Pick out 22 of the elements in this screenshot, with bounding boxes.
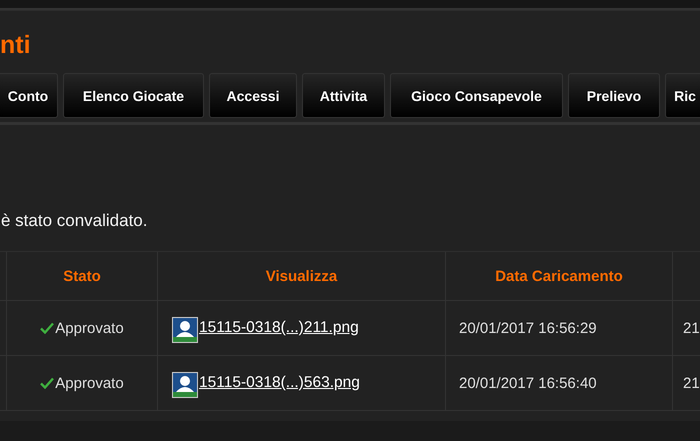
status-message: è stato convalidato. — [1, 211, 148, 232]
table-cell: 21 — [673, 301, 700, 355]
file-link[interactable]: 15115-0318(...)211.png — [199, 319, 359, 337]
table-cell: 20/01/2017 16:56:40 — [446, 356, 673, 410]
tab[interactable]: Prelievo — [568, 73, 660, 118]
tab[interactable]: Accessi — [209, 73, 297, 118]
status-text: Approvato — [55, 320, 124, 336]
tab[interactable]: Ric — [665, 73, 700, 118]
table-cell: 21 — [673, 356, 700, 410]
image-file-icon — [172, 317, 198, 343]
tab[interactable]: Attivita — [302, 73, 385, 118]
column-header: Visualizza — [158, 252, 446, 300]
file-link[interactable]: 15115-0318(...)563.png — [199, 374, 360, 392]
page-title: nti — [0, 30, 32, 61]
status-text: Approvato — [55, 374, 124, 392]
table-cell: 20/01/2017 16:56:29 — [446, 301, 673, 355]
tab[interactable]: Gioco Consapevole — [390, 73, 563, 118]
column-header: Stato — [7, 252, 158, 300]
image-file-icon — [172, 372, 198, 398]
tab[interactable]: Elenco Giocate — [63, 73, 204, 118]
tab[interactable]: Conto — [0, 73, 58, 118]
column-header: Data Caricamento — [446, 252, 673, 300]
